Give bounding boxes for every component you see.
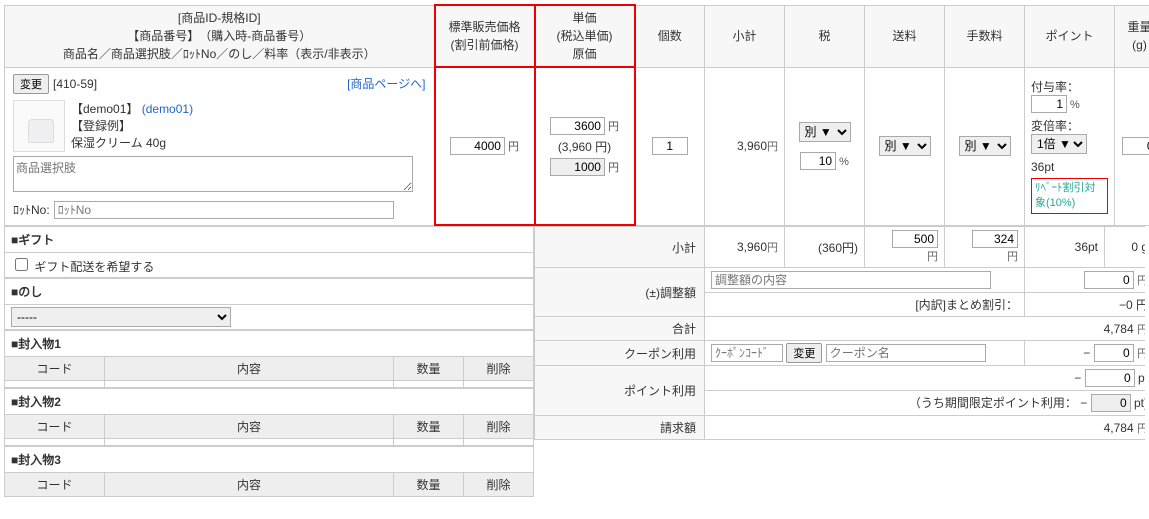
pt-mul-select[interactable]: 1倍 ▼ [1031,134,1087,154]
enclosure3-table: コード内容数量削除 [4,472,534,497]
lot-input[interactable] [54,201,394,219]
col-unit-price: 単価(税込単価)原価 [535,5,635,67]
enclosure2-table: コード内容数量削除 [4,414,534,446]
cost-input[interactable] [550,158,605,176]
order-items-table: [商品ID-規格ID] 【商品番号】 （購入時-商品番号） 商品名／商品選択肢／… [4,4,1149,226]
enclosure1-table: コード内容数量削除 [4,356,534,388]
tax-select[interactable]: 別 ▼ [799,122,851,142]
enclosure1-head: ■封入物1 [4,330,534,356]
enclosure2-head: ■封入物2 [4,388,534,414]
coupon-label: クーポン利用 [535,341,705,366]
option-textarea[interactable] [13,156,413,192]
product-thumbnail [13,100,65,152]
std-price-input[interactable] [450,137,505,155]
fee-select[interactable]: 別 ▼ [959,136,1011,156]
pt-value: 36pt [1031,160,1108,174]
adjust-value-input[interactable] [1084,271,1134,289]
coupon-name-input[interactable] [826,344,986,362]
qty-input[interactable] [652,137,688,155]
weight-input[interactable] [1122,137,1149,155]
enclosure3-head: ■封入物3 [4,446,534,472]
row-subtotal: 3,960 [737,139,767,153]
gift-checkbox[interactable]: ギフト配送を希望する [11,260,154,274]
coupon-value-input[interactable] [1094,344,1134,362]
taxin-price: (3,960 円) [540,138,630,155]
product-page-link[interactable]: [商品ページへ] [347,75,425,92]
change-button[interactable]: 変更 [13,74,49,94]
table-row[interactable] [5,439,534,446]
product-name: 保湿クリーム 40g [71,134,193,151]
table-row[interactable] [5,381,534,388]
total-label: 合計 [535,317,705,341]
adjust-label: (±)調整額 [535,268,705,317]
coupon-change-button[interactable]: 変更 [786,343,822,363]
item-row: 変更 [410-59] [商品ページへ] 【demo01】 (demo01) 【… [5,67,1149,225]
adjust-content-input[interactable] [711,271,991,289]
unit-price-input[interactable] [550,117,605,135]
coupon-code-input[interactable] [711,344,783,362]
table-header-row: [商品ID-規格ID] 【商品番号】 （購入時-商品番号） 商品名／商品選択肢／… [5,5,1149,67]
ptuse-label: ポイント利用 [535,366,705,416]
rebate-badge: ﾘﾍﾞｰﾄ割引対象(10%) [1031,178,1108,215]
col-std-price: 標準販売価格(割引前価格) [435,5,535,67]
tax-rate-input[interactable] [800,152,836,170]
noshi-section: ■のし ----- [4,278,534,330]
subtotal-label: 小計 [535,227,705,268]
ship-select[interactable]: 別 ▼ [879,136,931,156]
pt-grant-input[interactable] [1031,95,1067,113]
bill-label: 請求額 [535,416,705,440]
gift-section: ■ギフト ギフト配送を希望する [4,226,534,278]
ship-input[interactable] [892,230,938,248]
lot-label: ﾛｯﾄNo: [13,201,50,218]
ptuse-limited-input [1091,394,1131,412]
product-id: [410-59] [53,77,97,91]
ptuse-input[interactable] [1085,369,1135,387]
fee-input[interactable] [972,230,1018,248]
noshi-select[interactable]: ----- [11,307,231,327]
summary-table: 小計 3,960円 (360円) 円 円 36pt 0 g (±)調整額 円 [… [534,226,1145,440]
product-code-link[interactable]: (demo01) [142,102,193,116]
